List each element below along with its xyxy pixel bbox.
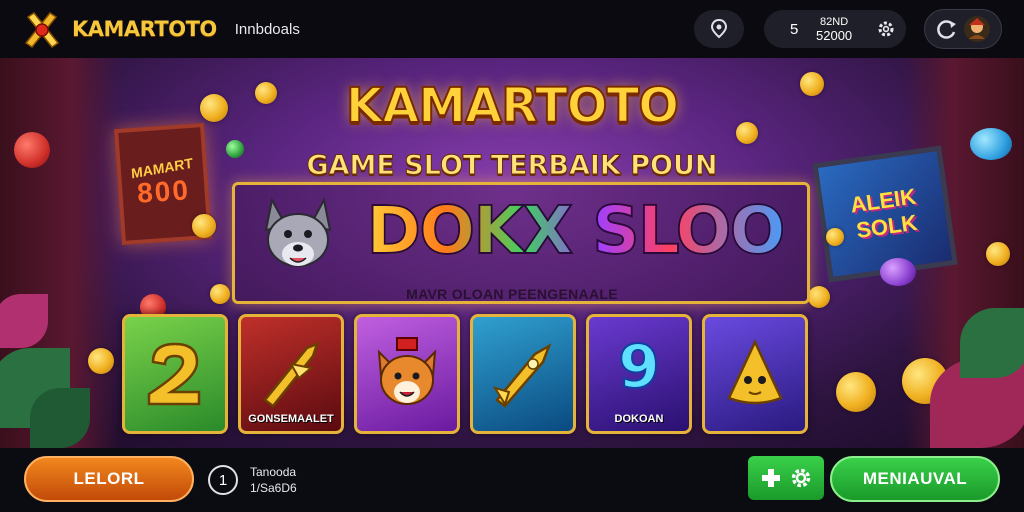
hero-stage: MAMART 800 ALEIK SOLK KAMARTOTO GAME SLO… — [0, 58, 1024, 448]
featured-logo: DOKX SLOO — [360, 191, 790, 270]
info-text: Tanooda 1/Sa6D6 — [250, 464, 297, 496]
notification-button[interactable] — [694, 10, 744, 48]
profile-menu[interactable] — [924, 9, 1002, 49]
game-tile-label: DOKOAN — [614, 413, 664, 425]
right-action-button[interactable]: MENIAUVAL — [830, 456, 1000, 502]
gear-icon[interactable] — [876, 19, 896, 39]
avatar[interactable] — [963, 15, 991, 43]
info-icon[interactable]: 1 — [208, 465, 238, 495]
settings-gear-icon[interactable] — [789, 466, 813, 490]
brand[interactable]: KAMARTOTO — [20, 7, 217, 51]
crossed-swords-logo-icon — [24, 11, 60, 49]
game-tile[interactable]: GONSEMAALET — [238, 314, 344, 434]
game-tile[interactable] — [354, 314, 460, 434]
wallet-line-2: 52000 — [816, 28, 853, 43]
game-tile-label: GONSEMAALET — [248, 413, 334, 425]
wallet-count: 5 — [790, 20, 799, 38]
number-9-icon: 9 — [617, 331, 661, 403]
plant-decoration — [30, 388, 90, 448]
hero-title: KAMARTOTO — [345, 77, 680, 135]
wolf-mascot-icon — [264, 197, 332, 267]
location-pin-icon — [710, 18, 728, 39]
info-line-1: Tanooda — [250, 465, 297, 479]
game-tile[interactable]: 9 DOKOAN — [586, 314, 692, 434]
golden-arrow-icon — [263, 341, 320, 408]
left-action-button[interactable]: LELORL — [24, 456, 194, 502]
banner-caption: MAVR OLOAN PEENGENAALE — [406, 286, 618, 302]
top-bar: KAMARTOTO Innbdoals 5 82ND 52000 — [0, 0, 1024, 58]
coin-icon — [836, 372, 876, 412]
refresh-icon[interactable] — [935, 17, 959, 41]
fox-mascot-icon — [377, 337, 437, 405]
plus-icon[interactable] — [760, 467, 782, 489]
game-tile[interactable] — [122, 314, 228, 434]
golden-rocket-icon — [492, 343, 552, 408]
coin-icon — [826, 228, 844, 246]
brand-name: KAMARTOTO — [72, 17, 217, 41]
game-grid: GONSEMAALET 9 DOKOAN — [122, 314, 808, 434]
golden-creature-icon — [727, 339, 783, 405]
purple-chip-icon — [880, 258, 916, 286]
nav-link[interactable]: Innbdoals — [235, 21, 300, 38]
info-line-2: 1/Sa6D6 — [250, 481, 297, 495]
plant-decoration — [960, 308, 1024, 378]
game-tile[interactable] — [702, 314, 808, 434]
hero-subtitle: GAME SLOT TERBAIK POUN — [306, 150, 718, 182]
bottom-bar: LELORL 1 Tanooda 1/Sa6D6 MENIAUVAL — [0, 448, 1024, 512]
game-lobby: KAMARTOTO Innbdoals 5 82ND 52000 MAMART … — [0, 0, 1024, 512]
golden-number-2-icon — [147, 342, 201, 406]
coin-icon — [88, 348, 114, 374]
coin-icon — [192, 214, 216, 238]
game-tile[interactable] — [470, 314, 576, 434]
wallet-amount: 82ND 52000 — [816, 16, 852, 42]
coin-icon — [986, 242, 1010, 266]
wallet-balance[interactable]: 5 82ND 52000 — [764, 10, 906, 48]
quick-actions-button[interactable] — [748, 456, 824, 500]
